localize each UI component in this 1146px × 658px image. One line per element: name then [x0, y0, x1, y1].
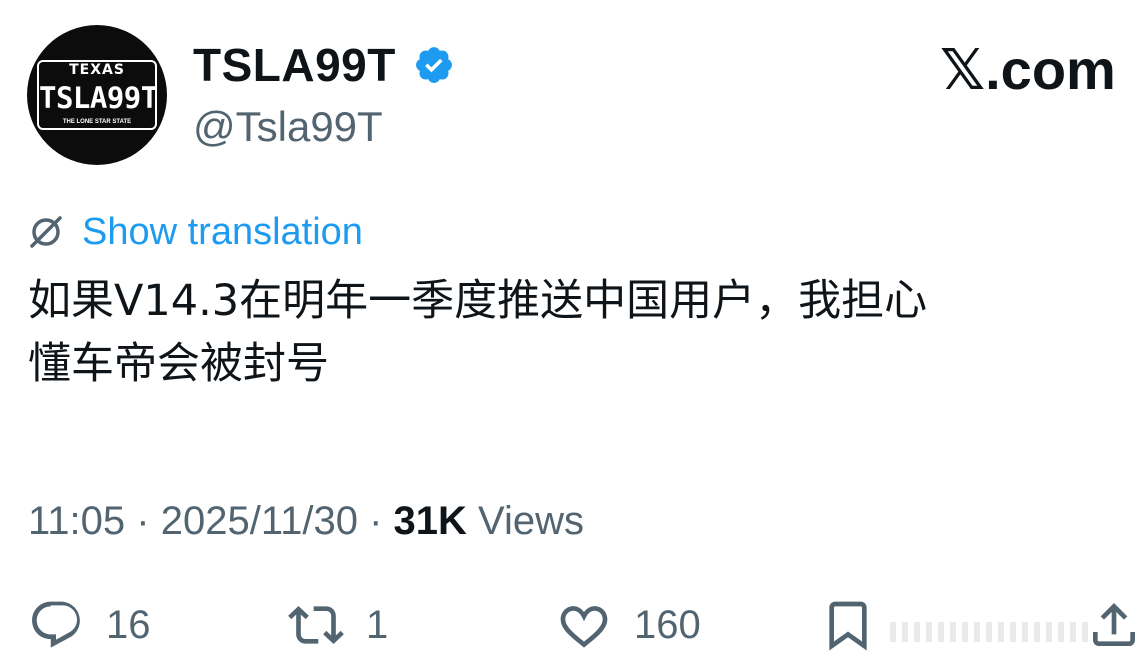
- plate-slogan-text: THE LONE STAR STATE: [62, 119, 132, 125]
- license-plate-graphic: TEXAS TSLA99T THE LONE STAR STATE: [37, 60, 158, 130]
- bookmark-button[interactable]: [820, 595, 876, 655]
- reply-icon: [32, 601, 80, 648]
- repost-icon: [288, 606, 344, 644]
- plate-number-text: TSLA99T: [39, 81, 158, 115]
- bookmark-icon: [829, 601, 867, 651]
- x-com-logo: 𝕏.com: [940, 38, 1116, 101]
- author-display-name[interactable]: TSLA99T: [193, 38, 396, 92]
- repost-count: 1: [366, 602, 389, 647]
- reply-count: 16: [106, 602, 151, 647]
- avatar[interactable]: TEXAS TSLA99T THE LONE STAR STATE: [27, 25, 167, 165]
- tweet-text: 如果V14.3在明年一季度推送中国用户，我担心 懂车帝会被封号: [28, 270, 1143, 396]
- show-translation-label: Show translation: [82, 210, 363, 253]
- tweet-text-line: 懂车帝会被封号: [28, 339, 329, 389]
- meta-separator: ·: [369, 499, 383, 543]
- tweet-date[interactable]: 2025/11/30: [161, 499, 358, 543]
- repost-button[interactable]: 1: [288, 595, 388, 655]
- share-icon: [1093, 603, 1135, 646]
- tweet-time[interactable]: 11:05: [28, 499, 125, 543]
- watermark-overlay: [890, 622, 1090, 642]
- verified-badge-icon: [416, 47, 452, 83]
- author-handle[interactable]: @Tsla99T: [193, 102, 383, 152]
- views-label: Views: [478, 499, 585, 543]
- tweet-text-line: 如果V14.3在明年一季度推送中国用户，我担心: [28, 276, 928, 326]
- meta-separator: ·: [136, 499, 150, 543]
- like-button[interactable]: 160: [556, 595, 701, 655]
- tweet-meta: 11:05 · 2025/11/30 · 31K Views: [28, 496, 584, 546]
- share-button[interactable]: [1086, 595, 1142, 655]
- plate-state-text: TEXAS: [69, 62, 125, 78]
- reply-button[interactable]: 16: [28, 595, 151, 655]
- heart-icon: [560, 606, 608, 648]
- translate-globe-icon: [30, 216, 62, 248]
- like-count: 160: [634, 602, 701, 647]
- views-count: 31K: [393, 499, 467, 543]
- show-translation-link[interactable]: Show translation: [26, 208, 363, 256]
